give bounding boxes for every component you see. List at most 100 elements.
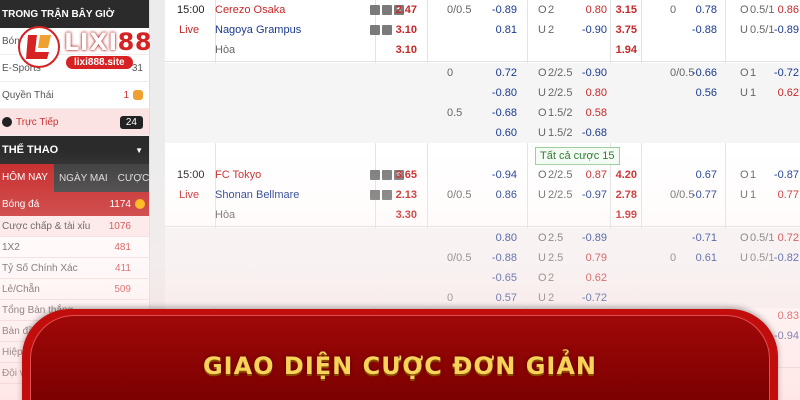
grid-icon[interactable] [382,190,392,200]
sidebar-item-count: 1174 [109,198,131,210]
sports-section-header[interactable]: THỂ THAO ▼ [0,136,149,164]
odds-line: O [538,169,547,181]
alt-line-row: 0/0.5 -0.88 U 2.5 0.79 0 0.61 U 0.5/1 -0.82 [165,248,800,268]
sidebar-sub-correct-score[interactable]: Tỷ Số Chính Xác 411 [0,258,149,279]
logo-name-number: 88 [117,28,153,56]
odds-value[interactable]: 3.15 [616,4,637,16]
sidebar-sub-label: Tỷ Số Chính Xác [2,262,78,274]
odds-value[interactable]: 0.77 [778,189,799,201]
odds-line: 2/2.5 [548,87,573,99]
odds-value[interactable]: 0.87 [586,169,607,181]
odds-value[interactable]: 0.86 [496,189,517,201]
tab-tomorrow[interactable]: NGÀY MAI [54,173,113,184]
odds-value[interactable]: -0.88 [492,252,517,264]
chevron-down-icon: ▼ [135,145,143,155]
alt-line-row: 0 0.72 O 2/2.5 -0.90 0/0.5 -0.66 O 1 -0.72 [165,63,800,83]
stats-icon[interactable] [370,170,380,180]
odds-value[interactable]: -0.87 [774,169,799,181]
row-separator [165,61,800,62]
sidebar-item-muay-thai[interactable]: Quyền Thái 1 [0,82,149,109]
odds-line: 0 [670,252,677,264]
sidebar-sub-label: Cược chấp & tài xỉu [2,220,91,232]
odds-value[interactable]: -0.90 [582,24,607,36]
odds-value[interactable]: -0.89 [774,24,799,36]
odds-value[interactable]: -0.65 [492,272,517,284]
odds-value[interactable]: 0.80 [586,4,607,16]
odds-value[interactable]: -0.68 [492,107,517,119]
odds-value[interactable]: -0.72 [774,67,799,79]
odds-value[interactable]: 3.10 [396,24,417,36]
odds-value[interactable]: -0.89 [492,4,517,16]
odds-value[interactable]: 3.10 [396,44,417,56]
odds-value[interactable]: 1.94 [616,44,637,56]
odds-value[interactable]: 0.60 [496,127,517,139]
odds-value[interactable]: 0.57 [496,292,517,304]
odds-value[interactable]: -0.94 [774,330,799,342]
odds-value[interactable]: 0.80 [586,87,607,99]
sidebar-sub-count: 411 [115,262,131,274]
odds-line: 2 [548,292,555,304]
odds-value[interactable]: 4.20 [616,169,637,181]
odds-value[interactable]: 0.58 [586,107,607,119]
sidebar-sub-handicap[interactable]: Cược chấp & tài xỉu 1076 [0,216,149,237]
odds-value[interactable]: -0.66 [692,67,717,79]
odds-value[interactable]: 0.78 [696,4,717,16]
grid-icon[interactable] [382,25,392,35]
odds-value[interactable]: 0.61 [696,252,717,264]
sidebar-sport-football[interactable]: Bóng đá 1174 [0,192,149,216]
odds-value[interactable]: -0.97 [582,189,607,201]
sidebar-item-live[interactable]: Trực Tiếp 24 [0,109,149,136]
odds-value[interactable]: 3.75 [616,24,637,36]
odds-value[interactable]: 0.62 [586,272,607,284]
odds-value[interactable]: -0.71 [692,232,717,244]
grid-icon[interactable] [382,170,392,180]
match-time: 15:00 [177,4,205,16]
odds-value[interactable]: 2.78 [616,189,637,201]
all-bets-button[interactable]: Tất cả cược 15 [535,147,620,165]
odds-value[interactable]: -0.68 [582,127,607,139]
sidebar-sub-count: 481 [114,241,131,253]
odds-value[interactable]: 0.81 [496,24,517,36]
grid-icon[interactable] [382,5,392,15]
odds-value[interactable]: -0.82 [774,252,799,264]
banner-caption: GIAO DIỆN CƯỢC ĐƠN GIẢN [202,352,598,380]
chart-icon[interactable] [370,190,380,200]
sidebar-sub-label: Lẻ/Chẵn [2,283,40,295]
odds-value[interactable]: -0.88 [692,24,717,36]
odds-line: 0 [447,292,454,304]
odds-value[interactable]: -0.89 [582,232,607,244]
odds-value[interactable]: -0.80 [492,87,517,99]
odds-value[interactable]: -0.94 [492,169,517,181]
lixi-logo-icon [18,26,60,68]
odds-value[interactable]: -0.72 [582,292,607,304]
odds-value[interactable]: 0.80 [496,232,517,244]
away-team: Nagoya Grampus [215,24,302,36]
odds-line: 2.5 [548,252,564,264]
tab-today[interactable]: HÔM NAY [0,164,54,192]
stats-icon[interactable] [370,5,380,15]
odds-value[interactable]: 0.56 [696,87,717,99]
odds-value[interactable]: 0.79 [586,252,607,264]
odds-value[interactable]: 0.62 [778,87,799,99]
odds-value[interactable]: 3.65 [396,169,417,181]
tab-early[interactable]: CƯỢC H... [113,173,149,184]
odds-value[interactable]: 2.47 [396,4,417,16]
odds-line: O [538,4,547,16]
odds-value[interactable]: 0.83 [778,310,799,322]
odds-value[interactable]: 1.99 [616,209,637,221]
odds-value[interactable]: 0.72 [778,232,799,244]
away-team: Shonan Bellmare [215,189,300,201]
odds-value[interactable]: 0.86 [778,4,799,16]
odds-value[interactable]: 3.30 [396,209,417,221]
odds-line: 0/0.5 [447,4,472,16]
odds-value[interactable]: 2.13 [396,189,417,201]
sidebar-sub-1x2[interactable]: 1X2 481 [0,237,149,258]
odds-value[interactable]: 0.72 [496,67,517,79]
match-odds-row: Hòa 3.10 1.94 [165,40,800,60]
odds-value[interactable]: 0.67 [696,169,717,181]
alt-line-row: 0.5 -0.68 O 1.5/2 0.58 [165,103,800,123]
sidebar-sub-odd-even[interactable]: Lẻ/Chẵn 509 [0,279,149,300]
odds-value[interactable]: -0.77 [692,189,717,201]
odds-value[interactable]: -0.90 [582,67,607,79]
chart-icon[interactable] [370,25,380,35]
